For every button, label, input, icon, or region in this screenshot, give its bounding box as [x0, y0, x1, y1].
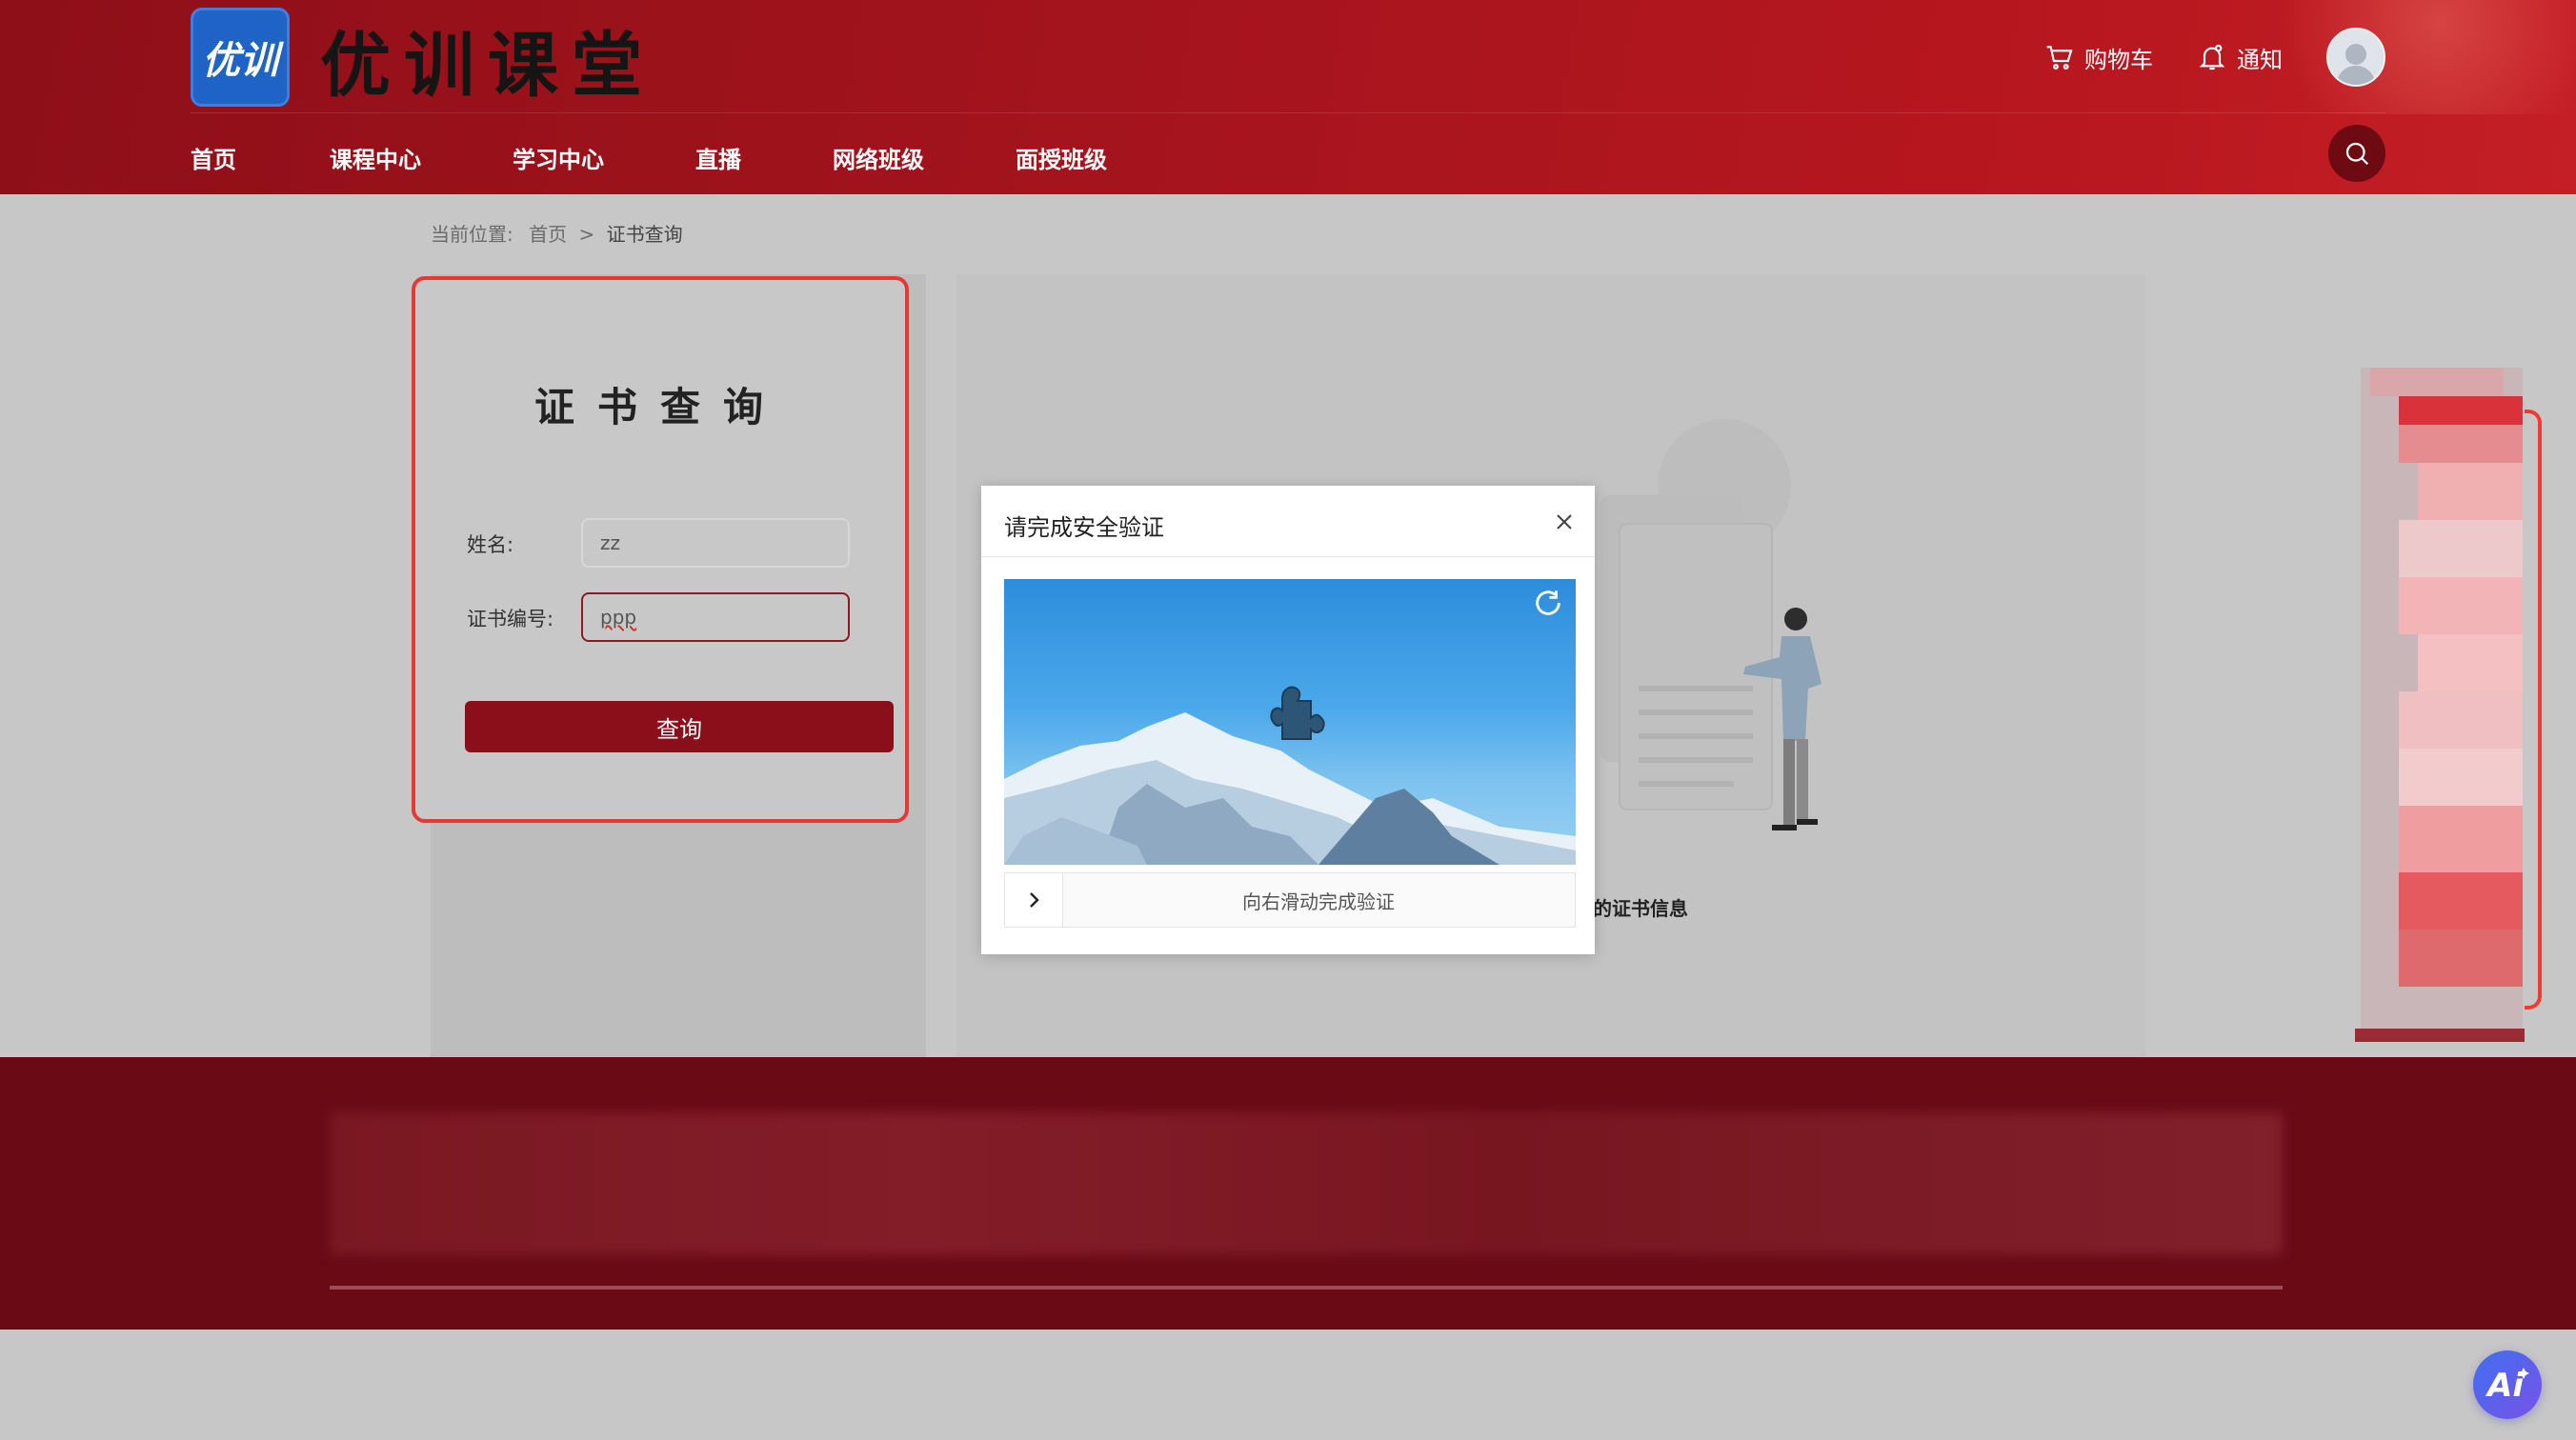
side-ad-bottom-bar [2355, 1029, 2525, 1042]
cart-link[interactable]: 购物车 [2044, 41, 2153, 74]
nav-item-live[interactable]: 直播 [695, 141, 741, 174]
cart-icon [2046, 46, 2073, 70]
captcha-image [1004, 579, 1576, 865]
close-icon[interactable] [1551, 509, 1578, 535]
footer-divider [330, 1286, 2283, 1290]
modal-divider [981, 556, 1595, 557]
logo-text: 优训 [202, 38, 278, 83]
user-avatar[interactable] [2326, 28, 2385, 87]
breadcrumb-prefix: 当前位置: [431, 223, 513, 246]
mountain-illustration [1004, 686, 1576, 865]
captcha-modal: 请完成安全验证 向右滑动完成验证 [981, 486, 1595, 954]
side-ad-pixelated-image [2361, 368, 2523, 1034]
header-actions: 购物车 通知 [2044, 27, 2385, 88]
nav-item-courses[interactable]: 课程中心 [330, 141, 421, 174]
form-title: 证书查询 [533, 384, 786, 430]
nav-item-online-class[interactable]: 网络班级 [833, 141, 924, 174]
refresh-icon[interactable] [1532, 587, 1564, 619]
result-hint: 的证书信息 [1593, 897, 1688, 920]
captcha-title: 请完成安全验证 [1004, 514, 1164, 541]
cart-label: 购物车 [2084, 46, 2153, 73]
nav-item-home[interactable]: 首页 [191, 141, 236, 174]
bell-icon [2199, 44, 2225, 70]
notification-link[interactable]: 通知 [2197, 41, 2283, 74]
certificate-query-form: 证书查询 姓名: zz 证书编号: ppp 查询 [412, 276, 909, 823]
slider-hint: 向右滑动完成验证 [1242, 890, 1395, 913]
cert-number-label: 证书编号: [467, 608, 554, 630]
svg-text:Ai: Ai [2485, 1367, 2525, 1404]
notification-label: 通知 [2237, 46, 2283, 73]
cert-number-input-value: ppp [600, 606, 637, 629]
chevron-right-icon [1030, 892, 1039, 908]
user-avatar-icon [2336, 44, 2376, 85]
site-logo[interactable]: 优训 [191, 8, 290, 107]
ai-icon: Ai [2485, 1367, 2529, 1404]
name-input[interactable]: zz [581, 518, 850, 568]
name-label: 姓名: [467, 533, 514, 556]
slider-handle[interactable] [1005, 873, 1063, 927]
search-icon [2345, 142, 2369, 166]
side-floating-ad[interactable] [2361, 368, 2523, 1034]
name-input-value: zz [600, 531, 620, 554]
nav-item-learning[interactable]: 学习中心 [513, 141, 604, 174]
main-nav: 首页 课程中心 学习中心 直播 网络班级 面授班级 [191, 133, 1107, 181]
breadcrumb: 当前位置: 首页 > 证书查询 [431, 219, 683, 247]
header-divider [191, 112, 2385, 113]
breadcrumb-current: 证书查询 [606, 223, 683, 246]
footer-blurred-content [330, 1112, 2283, 1255]
nav-item-offline-class[interactable]: 面授班级 [1016, 141, 1107, 174]
ai-assistant-button[interactable]: Ai [2473, 1350, 2542, 1419]
cert-number-input[interactable]: ppp [581, 592, 850, 642]
captcha-slider: 向右滑动完成验证 [1004, 872, 1576, 928]
breadcrumb-separator: > [578, 223, 595, 246]
breadcrumb-home[interactable]: 首页 [529, 223, 567, 246]
query-button[interactable]: 查询 [465, 701, 894, 752]
search-button[interactable] [2328, 125, 2385, 182]
brand-name: 优训课堂 [320, 24, 655, 107]
side-ad-frame [2525, 410, 2542, 1010]
person-illustration [1743, 608, 1821, 830]
